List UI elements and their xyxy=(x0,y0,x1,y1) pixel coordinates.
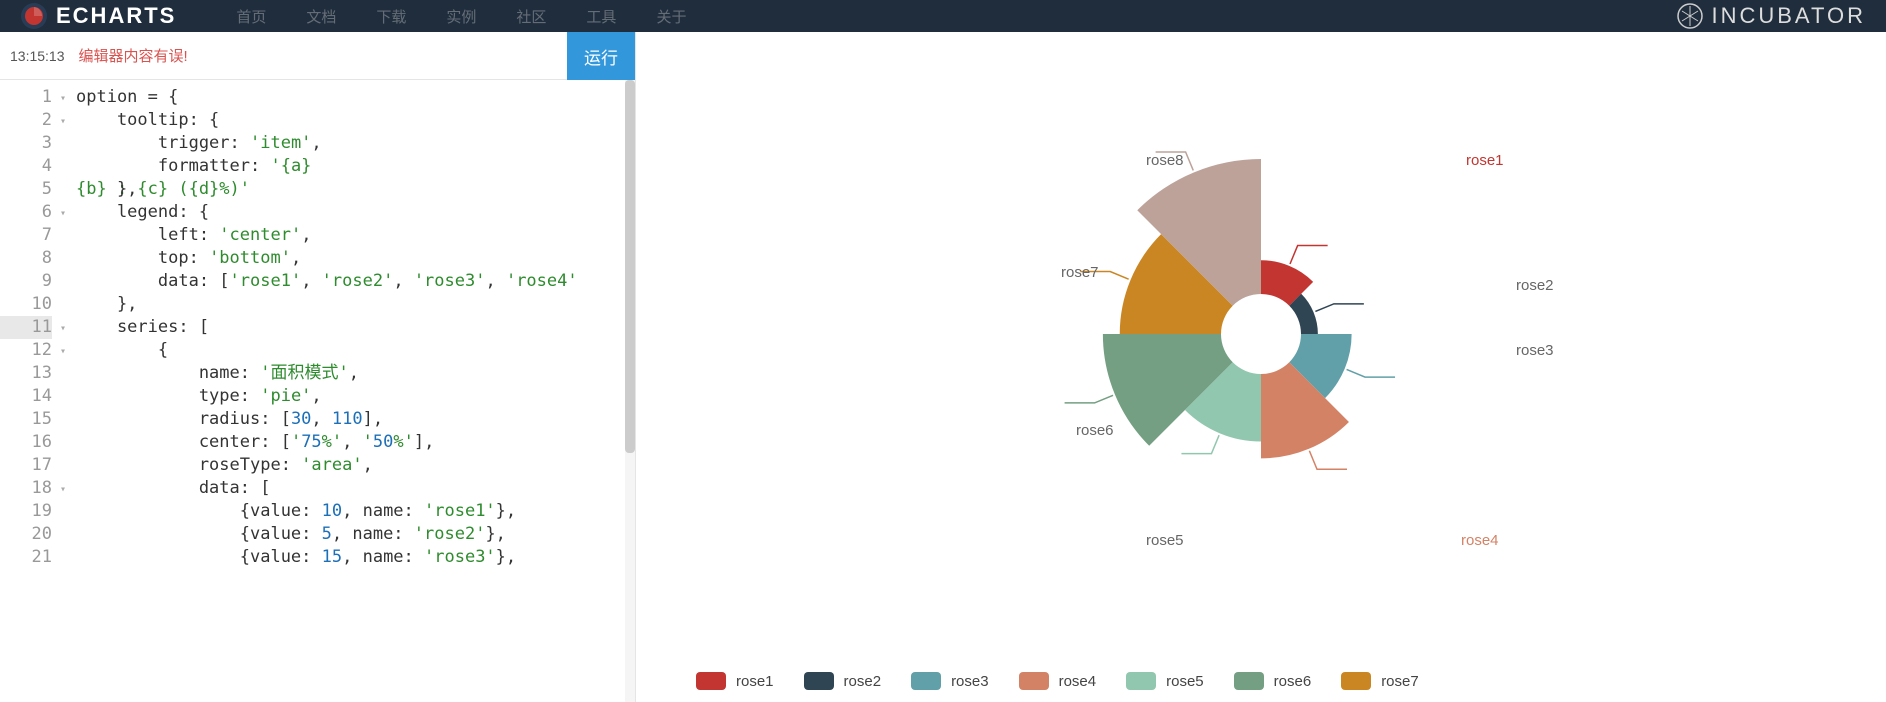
incubator-label: INCUBATOR xyxy=(1677,3,1866,29)
slice-label-rose5: rose5 xyxy=(1146,532,1184,549)
slice-label-rose6: rose6 xyxy=(1076,422,1114,439)
legend-label: rose1 xyxy=(736,673,774,690)
nav-item[interactable]: 文档 xyxy=(306,6,336,27)
legend-item-rose4[interactable]: rose4 xyxy=(1019,672,1097,690)
nav-item[interactable]: 社区 xyxy=(516,6,546,27)
legend-label: rose2 xyxy=(844,673,882,690)
slice-label-rose1: rose1 xyxy=(1466,152,1504,169)
legend-swatch xyxy=(911,672,941,690)
legend-item-rose2[interactable]: rose2 xyxy=(804,672,882,690)
slice-label-rose4: rose4 xyxy=(1461,532,1499,549)
editor-header: 13:15:13 编辑器内容有误! 运行 xyxy=(0,32,635,80)
echarts-logo-icon xyxy=(20,2,48,30)
top-nav: 首页 文档 下载 实例 社区 工具 关于 xyxy=(236,6,686,27)
legend-swatch xyxy=(696,672,726,690)
rose-pie-chart xyxy=(811,74,1711,594)
legend-label: rose7 xyxy=(1381,673,1419,690)
legend-item-rose5[interactable]: rose5 xyxy=(1126,672,1204,690)
top-bar: ECHARTS 首页 文档 下载 实例 社区 工具 关于 INCUBATOR xyxy=(0,0,1886,32)
legend-item-rose6[interactable]: rose6 xyxy=(1234,672,1312,690)
error-message: 编辑器内容有误! xyxy=(79,45,188,66)
incubator-icon xyxy=(1677,3,1703,29)
slice-label-rose3: rose3 xyxy=(1516,342,1554,359)
legend-label: rose3 xyxy=(951,673,989,690)
nav-item[interactable]: 下载 xyxy=(376,6,406,27)
legend-swatch xyxy=(1341,672,1371,690)
editor-scrollbar[interactable] xyxy=(625,80,635,702)
chart-pane: rose1 rose2 rose3 rose4 rose5 rose6 rose7 rose8… xyxy=(636,32,1886,702)
slice-label-rose7: rose7 xyxy=(1061,264,1099,281)
timestamp: 13:15:13 xyxy=(10,48,65,64)
legend-swatch xyxy=(1234,672,1264,690)
run-button[interactable]: 运行 xyxy=(567,32,635,80)
chart-legend: rose1 rose2 rose3 rose4 rose5 rose6 rose7 xyxy=(696,672,1419,690)
legend-item-rose3[interactable]: rose3 xyxy=(911,672,989,690)
brand-logo: ECHARTS xyxy=(20,2,176,30)
legend-label: rose5 xyxy=(1166,673,1204,690)
slice-label-rose8: rose8 xyxy=(1146,152,1184,169)
legend-label: rose4 xyxy=(1059,673,1097,690)
legend-item-rose1[interactable]: rose1 xyxy=(696,672,774,690)
nav-item[interactable]: 实例 xyxy=(446,6,476,27)
nav-item[interactable]: 工具 xyxy=(586,6,616,27)
legend-swatch xyxy=(1126,672,1156,690)
brand-text: ECHARTS xyxy=(56,3,176,29)
editor-pane: 13:15:13 编辑器内容有误! 运行 1234567891011121314… xyxy=(0,32,636,702)
legend-swatch xyxy=(1019,672,1049,690)
slice-label-rose2: rose2 xyxy=(1516,277,1554,294)
code-editor[interactable]: 123456789101112131415161718192021 option… xyxy=(0,80,635,702)
legend-swatch xyxy=(804,672,834,690)
nav-item[interactable]: 首页 xyxy=(236,6,266,27)
nav-item[interactable]: 关于 xyxy=(656,6,686,27)
legend-label: rose6 xyxy=(1274,673,1312,690)
legend-item-rose7[interactable]: rose7 xyxy=(1341,672,1419,690)
